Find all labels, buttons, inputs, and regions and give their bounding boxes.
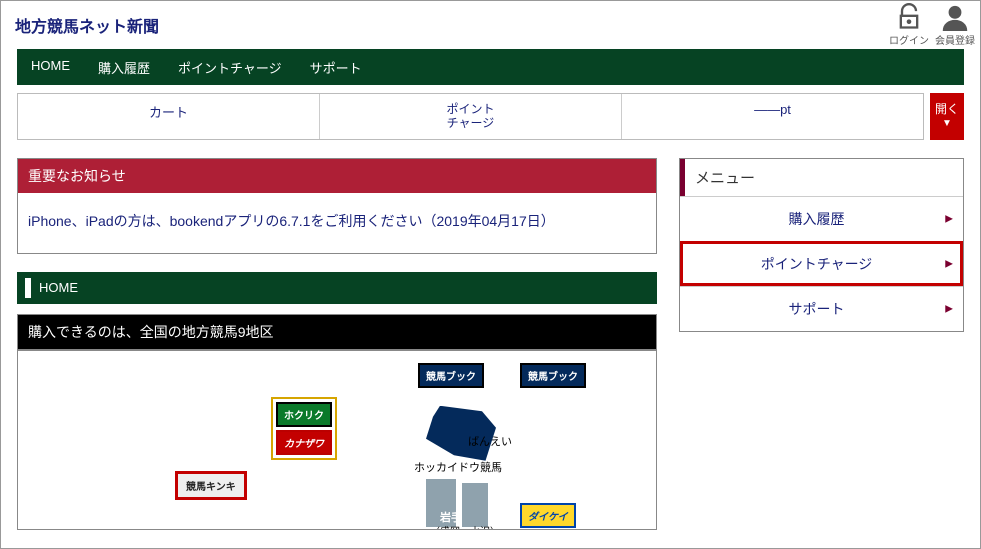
chevron-down-icon: ▼: [942, 118, 952, 129]
side-menu: メニュー 購入履歴 ▶ ポイントチャージ ▶ サポート ▶: [679, 158, 964, 332]
main-nav: HOME 購入履歴 ポイントチャージ サポート: [17, 49, 964, 85]
map-area: 競馬ブック 競馬ブック ホクリク カナザワ 競馬キンキ ばんえい ホッカイドウ競…: [17, 350, 657, 530]
iwate-shape-2: [462, 483, 488, 527]
notice-link[interactable]: iPhone、iPadの方は、bookendアプリの6.7.1をご利用ください（…: [28, 213, 555, 229]
menu-item-charge[interactable]: ポイントチャージ ▶: [680, 241, 963, 286]
notice-box: 重要なお知らせ iPhone、iPadの方は、bookendアプリの6.7.1を…: [17, 158, 657, 254]
menu-item-support[interactable]: サポート ▶: [680, 286, 963, 331]
unlock-icon: [895, 3, 923, 31]
user-icon: [941, 3, 969, 31]
nav-charge[interactable]: ポイントチャージ: [164, 49, 296, 85]
keiba-book-badge-2[interactable]: 競馬ブック: [520, 363, 586, 388]
home-section-head: HOME: [17, 272, 657, 304]
menu-item-history[interactable]: 購入履歴 ▶: [680, 196, 963, 241]
hokkaido-label: ホッカイドウ競馬: [414, 459, 502, 475]
login-button[interactable]: ログイン: [888, 3, 930, 47]
iwate-sub-label: （盛岡・水沢）: [430, 523, 500, 530]
site-title: 地方競馬ネット新聞: [1, 1, 173, 49]
hokuriku-badge[interactable]: ホクリク: [276, 402, 332, 427]
nav-history[interactable]: 購入履歴: [84, 49, 164, 85]
menu-heading: メニュー: [680, 159, 963, 196]
sub-bar: カート ポイント チャージ ——pt: [17, 93, 924, 140]
keiba-kinki-badge[interactable]: 競馬キンキ: [175, 471, 247, 500]
nav-support[interactable]: サポート: [296, 49, 376, 85]
keiba-book-badge-1[interactable]: 競馬ブック: [418, 363, 484, 388]
register-button[interactable]: 会員登録: [934, 3, 976, 47]
chevron-right-icon: ▶: [945, 303, 953, 314]
kanazawa-badge[interactable]: カナザワ: [276, 430, 332, 455]
daikei-badge[interactable]: ダイケイ: [520, 503, 576, 528]
section-bar-icon: [25, 278, 31, 298]
banei-label: ばんえい: [468, 433, 512, 449]
hokuriku-group: ホクリク カナザワ: [271, 397, 337, 460]
open-button[interactable]: 開く ▼: [930, 93, 964, 140]
notice-heading: 重要なお知らせ: [18, 159, 656, 193]
points-display: ——pt: [622, 94, 923, 139]
charge-button[interactable]: ポイント チャージ: [320, 94, 622, 139]
chevron-right-icon: ▶: [945, 213, 953, 224]
cart-button[interactable]: カート: [18, 94, 320, 139]
nav-home[interactable]: HOME: [17, 49, 84, 85]
buy-section-head: 購入できるのは、全国の地方競馬9地区: [17, 314, 657, 350]
chevron-right-icon: ▶: [945, 258, 953, 269]
